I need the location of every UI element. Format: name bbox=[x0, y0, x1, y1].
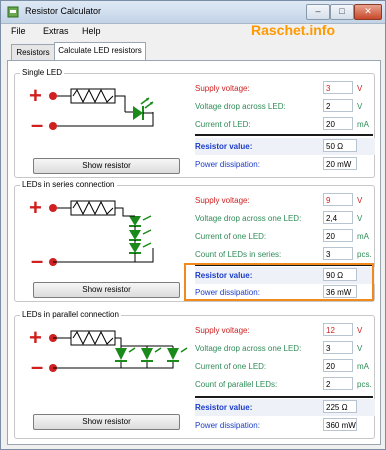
parallel-drop-label: Voltage drop across one LED: bbox=[195, 344, 302, 353]
brand-logo-text: Raschet.info bbox=[251, 22, 336, 38]
series-drop-input[interactable]: 2,4 bbox=[323, 211, 353, 224]
parallel-led-circuit-diagram: + – bbox=[29, 325, 188, 379]
series-supply-input[interactable]: 9 bbox=[323, 193, 353, 206]
parallel-supply-input[interactable]: 12 bbox=[323, 323, 353, 336]
single-current-label: Current of LED: bbox=[195, 120, 251, 129]
close-button[interactable]: ✕ bbox=[354, 4, 382, 20]
parallel-supply-unit: V bbox=[357, 326, 363, 335]
single-led-group: Single LED + – Show resistor Supply volt… bbox=[14, 68, 375, 178]
svg-text:+: + bbox=[29, 195, 42, 220]
window-title: Resistor Calculator bbox=[25, 6, 102, 16]
app-icon bbox=[7, 6, 19, 18]
single-drop-unit: V bbox=[357, 102, 363, 111]
series-current-label: Current of one LED: bbox=[195, 232, 267, 241]
single-resistor-label: Resistor value: bbox=[195, 142, 253, 151]
series-led-circuit-diagram: + – bbox=[29, 195, 154, 273]
parallel-current-unit: mA bbox=[357, 362, 369, 371]
led-icon bbox=[129, 215, 152, 254]
led-icon bbox=[133, 97, 154, 120]
single-drop-input[interactable]: 2 bbox=[323, 99, 353, 112]
show-resistor-button-parallel[interactable]: Show resistor bbox=[33, 414, 180, 430]
single-drop-label: Voltage drop across LED: bbox=[195, 102, 286, 111]
menu-help[interactable]: Help bbox=[82, 26, 101, 36]
parallel-current-label: Current of one LED: bbox=[195, 362, 267, 371]
series-count-unit: pcs. bbox=[357, 250, 372, 259]
series-current-unit: mA bbox=[357, 232, 369, 241]
svg-text:–: – bbox=[31, 354, 43, 379]
parallel-drop-unit: V bbox=[357, 344, 363, 353]
show-resistor-button-series[interactable]: Show resistor bbox=[33, 282, 180, 298]
parallel-led-group: LEDs in parallel connection + – Show res… bbox=[14, 310, 375, 439]
series-supply-unit: V bbox=[357, 196, 363, 205]
menu-file[interactable]: File bbox=[11, 26, 26, 36]
single-supply-unit: V bbox=[357, 84, 363, 93]
parallel-resistor-label: Resistor value: bbox=[195, 403, 253, 412]
minimize-button[interactable]: – bbox=[306, 4, 330, 20]
svg-text:–: – bbox=[31, 112, 43, 137]
series-count-input[interactable]: 3 bbox=[323, 247, 353, 260]
show-resistor-button-single[interactable]: Show resistor bbox=[33, 158, 180, 174]
app-window: Resistor Calculator – □ ✕ File Extras He… bbox=[0, 0, 386, 450]
single-supply-input[interactable]: 3 bbox=[323, 81, 353, 94]
parallel-resistor-value: 225 Ω bbox=[323, 400, 357, 413]
parallel-count-label: Count of parallel LEDs: bbox=[195, 380, 278, 389]
parallel-power-value: 360 mW bbox=[323, 418, 357, 431]
svg-text:+: + bbox=[29, 325, 42, 350]
parallel-divider bbox=[195, 396, 373, 398]
single-current-input[interactable]: 20 bbox=[323, 117, 353, 130]
svg-text:–: – bbox=[31, 248, 43, 273]
tab-panel: Single LED + – Show resistor Supply volt… bbox=[7, 60, 381, 445]
series-count-label: Count of LEDs in series: bbox=[195, 250, 282, 259]
led-icon bbox=[115, 347, 188, 362]
series-drop-unit: V bbox=[357, 214, 363, 223]
maximize-button[interactable]: □ bbox=[330, 4, 354, 20]
single-power-value: 20 mW bbox=[323, 157, 357, 170]
menu-extras[interactable]: Extras bbox=[43, 26, 69, 36]
tab-calculate-led[interactable]: Calculate LED resistors bbox=[54, 42, 146, 60]
parallel-count-unit: pcs. bbox=[357, 380, 372, 389]
series-current-input[interactable]: 20 bbox=[323, 229, 353, 242]
tab-resistors[interactable]: Resistors bbox=[11, 44, 55, 60]
parallel-drop-input[interactable]: 3 bbox=[323, 341, 353, 354]
single-current-unit: mA bbox=[357, 120, 369, 129]
parallel-supply-label: Supply voltage: bbox=[195, 326, 250, 335]
single-divider bbox=[195, 134, 373, 136]
series-supply-label: Supply voltage: bbox=[195, 196, 250, 205]
parallel-count-input[interactable]: 2 bbox=[323, 377, 353, 390]
svg-text:+: + bbox=[29, 83, 42, 108]
single-resistor-value: 50 Ω bbox=[323, 139, 357, 152]
series-result-highlight bbox=[184, 263, 374, 301]
single-power-label: Power dissipation: bbox=[195, 160, 260, 169]
parallel-power-label: Power dissipation: bbox=[195, 421, 260, 430]
single-led-circuit-diagram: + – bbox=[29, 83, 154, 137]
series-drop-label: Voltage drop across one LED: bbox=[195, 214, 302, 223]
title-bar: Resistor Calculator – □ ✕ bbox=[1, 1, 385, 24]
parallel-current-input[interactable]: 20 bbox=[323, 359, 353, 372]
single-supply-label: Supply voltage: bbox=[195, 84, 250, 93]
